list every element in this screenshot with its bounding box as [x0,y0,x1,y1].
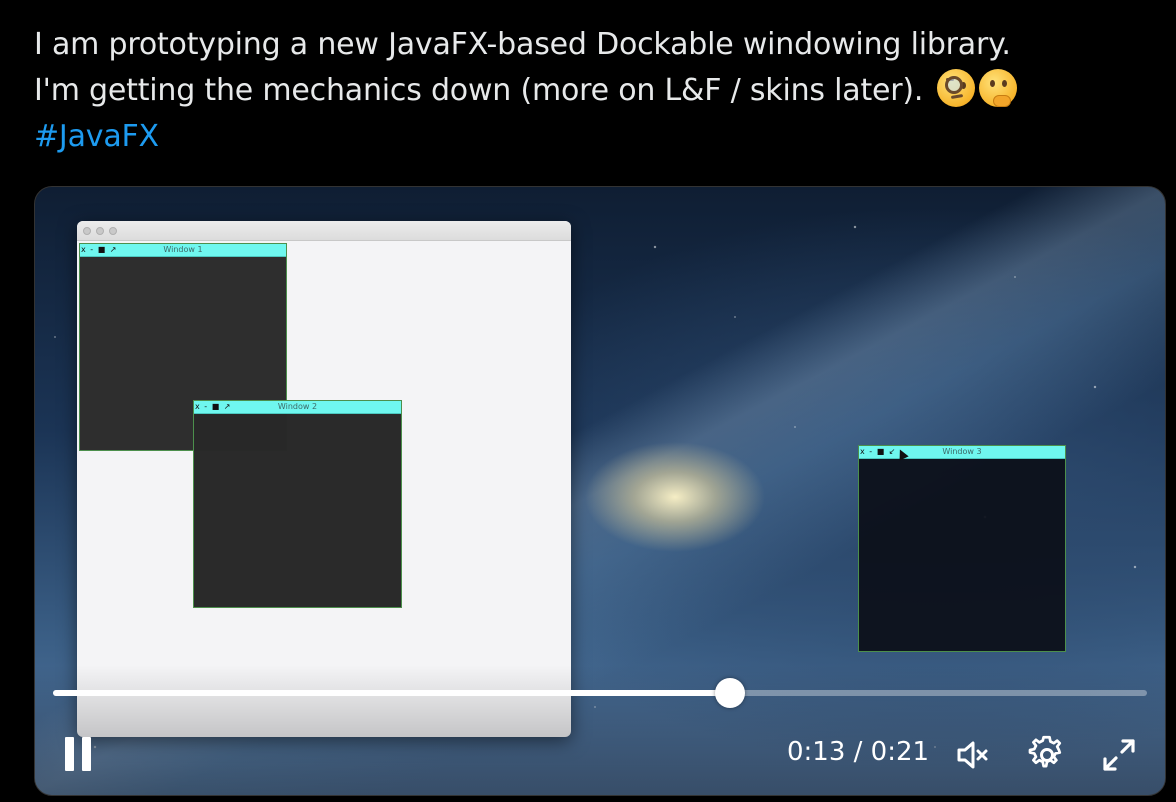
progress-scrubber-handle[interactable] [715,678,746,708]
thinking-face-emoji-icon [978,69,1017,107]
minimize-window-icon[interactable] [96,227,104,235]
fullscreen-icon[interactable] [1099,735,1139,775]
app-window-titlebar[interactable] [77,221,571,241]
dockable-window-2-title: Window 2 [277,402,318,411]
pause-icon [65,737,74,771]
hashtag-link[interactable]: #JavaFX [34,119,159,154]
face-with-monocle-emoji-icon [936,69,975,107]
dockable-window-3-title: Window 3 [942,447,982,456]
playback-time: 0:13 / 0:21 [787,737,930,767]
dockable-window-3-titlebar[interactable]: x - ■ ↙ Window 3 [859,446,1065,459]
dockable-window-2-body [194,414,401,607]
video-player[interactable]: x - ■ ↗ Window 1 x - ■ ↗ Window 2 x - ■ … [34,186,1166,796]
tweet-text: I am prototyping a new JavaFX-based Dock… [34,22,1154,160]
pause-button[interactable] [65,737,95,771]
progress-bar[interactable] [53,690,1147,696]
progress-bar-played [53,690,731,696]
close-window-icon[interactable] [83,227,91,235]
dockable-window-1-title: Window 1 [163,245,203,254]
tweet-line-2: I'm getting the mechanics down (more on … [34,68,1154,114]
dockable-window-2[interactable]: x - ■ ↗ Window 2 [193,400,402,608]
tweet-line-2-text: I'm getting the mechanics down (more on … [34,73,924,108]
dockable-window-2-titlebar[interactable]: x - ■ ↗ Window 2 [194,401,401,414]
tweet-line-1: I am prototyping a new JavaFX-based Dock… [34,27,1011,62]
dockable-window-1-titlebar[interactable]: x - ■ ↗ Window 1 [80,244,286,257]
muted-volume-icon[interactable] [953,735,993,775]
controls-overlay [35,665,1165,795]
zoom-window-icon[interactable] [109,227,117,235]
settings-gear-icon[interactable] [1027,735,1067,775]
dockable-window-3-body [859,459,1065,651]
dockable-window-3[interactable]: x - ■ ↙ Window 3 [858,445,1066,652]
